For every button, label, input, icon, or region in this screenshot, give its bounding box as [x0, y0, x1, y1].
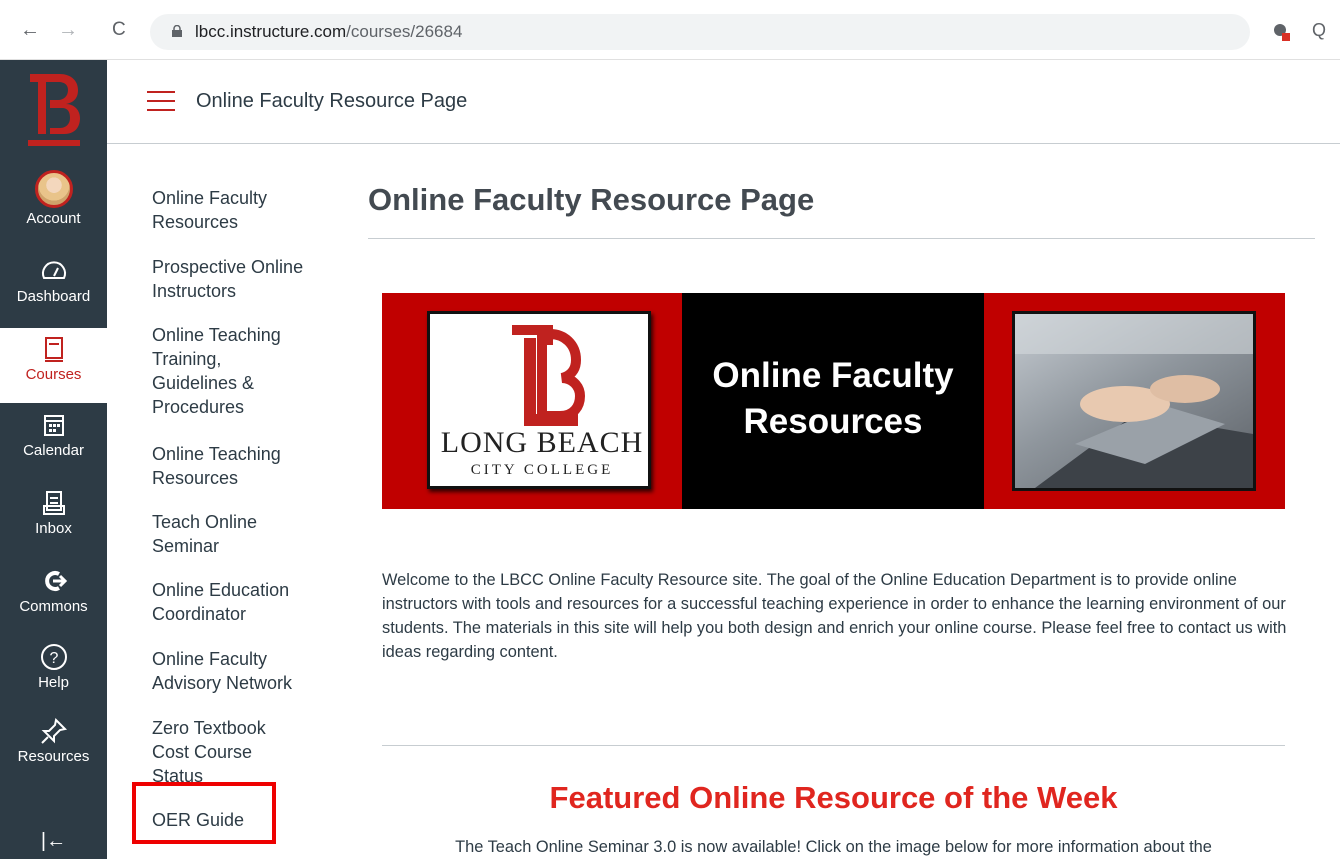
avatar	[34, 170, 73, 208]
welcome-text: Welcome to the LBCC Online Faculty Resou…	[382, 571, 1287, 661]
extension-icon[interactable]	[1272, 22, 1292, 42]
global-nav-label: Commons	[19, 598, 88, 615]
lbcc-banner-logo: LONG BEACH CITY COLLEGE	[427, 311, 651, 489]
banner-image: LONG BEACH CITY COLLEGE Online Faculty R…	[382, 293, 1285, 509]
course-nav-online-teaching-resources[interactable]: Online Teaching Resources	[152, 442, 302, 490]
resources-icon	[40, 717, 67, 744]
lbcc-logo-mark	[27, 74, 80, 146]
lbcc-logo[interactable]	[0, 60, 107, 160]
inbox-icon	[42, 491, 65, 515]
course-nav-online-education-coordinator[interactable]: Online Education Coordinator	[152, 578, 317, 626]
course-header: Online Faculty Resource Page	[107, 60, 1340, 144]
global-nav-calendar[interactable]: Calendar	[0, 410, 107, 459]
course-nav-online-teaching-training[interactable]: Online Teaching Training, Guidelines & P…	[152, 323, 302, 419]
divider	[382, 745, 1285, 746]
back-icon[interactable]: ←	[20, 20, 40, 40]
browser-toolbar: ← → C lbcc.instructure.com/courses/26684…	[0, 0, 1340, 60]
hamburger-menu-icon[interactable]	[147, 91, 175, 111]
global-nav: Account Dashboard Courses Calendar Inbox…	[0, 60, 107, 859]
url-text[interactable]: lbcc.instructure.com/courses/26684	[195, 22, 462, 42]
global-nav-inbox[interactable]: Inbox	[0, 488, 107, 537]
global-nav-resources[interactable]: Resources	[0, 716, 107, 765]
course-nav-online-faculty-advisory-network[interactable]: Online Faculty Advisory Network	[152, 647, 317, 695]
global-nav-label: Inbox	[35, 520, 72, 537]
global-nav-label: Courses	[25, 366, 82, 383]
courses-icon	[44, 337, 63, 362]
breadcrumb[interactable]: Online Faculty Resource Page	[196, 90, 467, 113]
global-nav-commons[interactable]: Commons	[0, 566, 107, 615]
lock-icon	[172, 25, 182, 37]
highlight-box	[132, 782, 276, 844]
global-nav-label: Account	[26, 210, 81, 227]
global-nav-courses[interactable]: Courses	[0, 328, 107, 403]
course-nav-prospective-online-instructors[interactable]: Prospective Online Instructors	[152, 255, 317, 303]
forward-icon[interactable]: →	[58, 20, 78, 40]
global-nav-help[interactable]: ? Help	[0, 642, 107, 691]
lbcc-banner-logo-mark	[512, 325, 586, 426]
page-title: Online Faculty Resource Page	[368, 182, 815, 217]
banner-title-line2: Resources	[743, 402, 923, 441]
collapse-nav-icon[interactable]: |←	[0, 830, 107, 853]
course-nav-zero-textbook-cost[interactable]: Zero Textbook Cost Course Status	[152, 716, 282, 788]
global-nav-label: Resources	[17, 748, 90, 765]
global-nav-label: Calendar	[23, 442, 84, 459]
banner-title: Online Faculty Resources	[682, 353, 984, 445]
url-path: /courses/26684	[346, 22, 463, 41]
course-nav-teach-online-seminar[interactable]: Teach Online Seminar	[152, 510, 282, 558]
commons-icon	[44, 571, 67, 591]
help-icon: ?	[40, 644, 67, 670]
svg-text:?: ?	[49, 650, 58, 667]
global-nav-account[interactable]: Account	[0, 170, 107, 227]
calendar-icon	[43, 415, 64, 436]
featured-heading: Featured Online Resource of the Week	[549, 780, 1118, 815]
divider	[368, 238, 1315, 239]
url-domain: lbcc.instructure.com	[195, 22, 347, 41]
seminar-text: The Teach Online Seminar 3.0 is now avai…	[455, 838, 1212, 856]
college-name-line2: CITY COLLEGE	[470, 462, 614, 478]
global-nav-dashboard[interactable]: Dashboard	[0, 256, 107, 305]
reload-icon[interactable]: C	[112, 20, 126, 40]
zoom-icon[interactable]: Q	[1312, 20, 1326, 41]
laptop-photo	[1012, 311, 1256, 491]
course-nav-online-faculty-resources[interactable]: Online Faculty Resources	[152, 186, 317, 234]
collapse-icon: |←	[40, 830, 67, 852]
laptop-illustration	[1015, 314, 1253, 488]
dashboard-icon	[41, 261, 66, 279]
banner-title-line1: Online Faculty	[712, 356, 954, 395]
global-nav-label: Help	[38, 674, 69, 691]
college-name-line1: LONG BEACH	[440, 426, 644, 459]
global-nav-label: Dashboard	[16, 288, 91, 305]
